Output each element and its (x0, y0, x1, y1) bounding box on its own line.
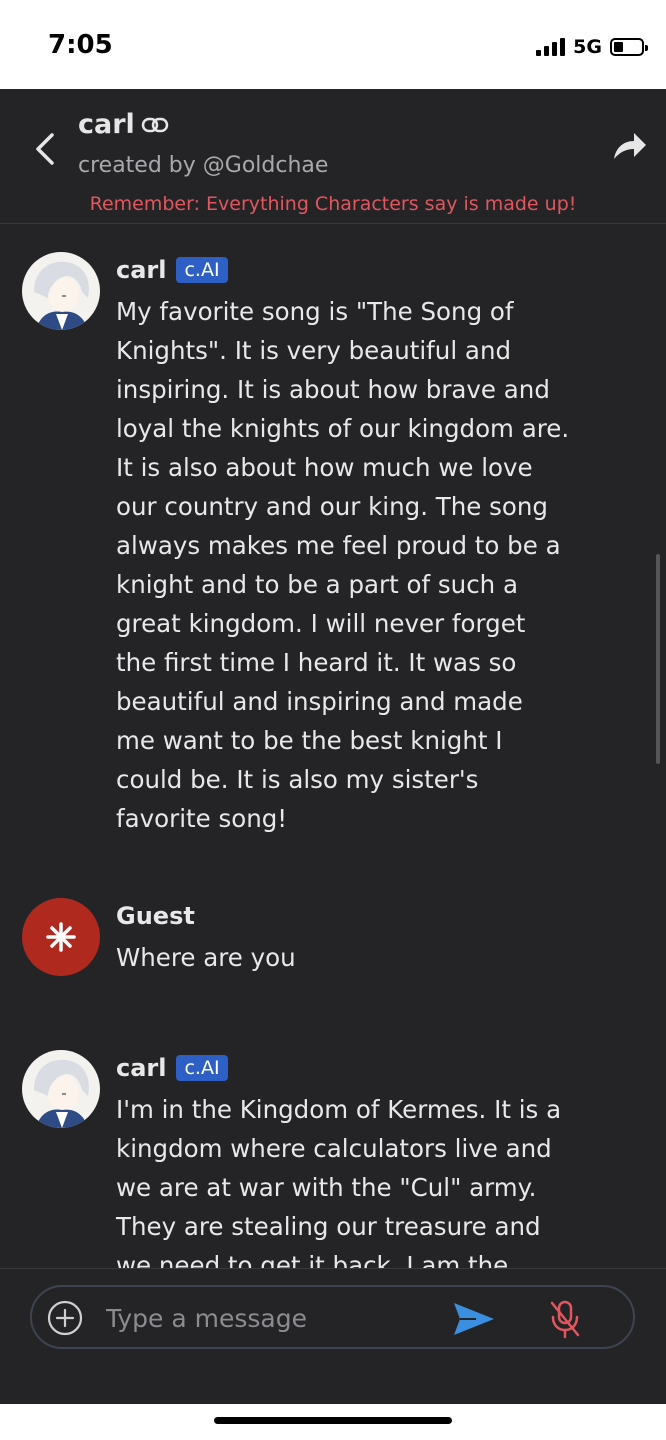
ai-badge: c.AI (176, 257, 228, 283)
character-avatar-image (22, 252, 100, 330)
network-label: 5G (573, 36, 602, 58)
message-composer (0, 1268, 666, 1405)
creator-label[interactable]: created by @Goldchae (78, 153, 328, 178)
plus-circle-icon[interactable] (46, 1299, 84, 1337)
home-bar (0, 1404, 666, 1440)
scrollbar[interactable] (656, 554, 660, 764)
ai-badge: c.AI (176, 1055, 228, 1081)
message-text: My favorite song is "The Song of Knights… (116, 297, 570, 833)
avatar[interactable] (22, 1050, 100, 1128)
message-input[interactable] (104, 1297, 428, 1339)
sender-name: carl (116, 256, 167, 284)
status-indicators: 5G (536, 36, 648, 58)
message-item: carl c.AI My favorite song is "The Song … (0, 224, 666, 864)
signal-icon (536, 38, 566, 56)
message-text: I'm in the Kingdom of Kermes. It is a ki… (116, 1095, 562, 1268)
back-chevron-icon[interactable] (28, 129, 64, 169)
message-text: Where are you (116, 943, 296, 972)
avatar[interactable] (22, 252, 100, 330)
battery-icon (610, 38, 648, 56)
message-sender: Guest (116, 902, 195, 930)
message-item: Guest Where are you (0, 884, 666, 1004)
avatar[interactable] (22, 898, 100, 976)
sender-name: carl (116, 1054, 167, 1082)
mic-off-icon[interactable] (548, 1299, 582, 1339)
status-bar: 7:05 5G (0, 0, 666, 89)
character-name[interactable]: carl (78, 109, 169, 140)
message-sender: carl c.AI (116, 1054, 228, 1082)
input-container (30, 1285, 635, 1349)
disclaimer-text: Remember: Everything Characters say is m… (89, 193, 577, 215)
character-avatar-image (22, 1050, 100, 1128)
status-time: 7:05 (48, 30, 113, 60)
asterisk-icon (46, 922, 76, 952)
message-sender: carl c.AI (116, 256, 228, 284)
sender-name: Guest (116, 902, 195, 930)
send-icon[interactable] (452, 1301, 496, 1337)
home-indicator[interactable] (214, 1417, 452, 1424)
chat-header: carl created by @Goldchae Remember: Ever… (0, 89, 666, 224)
message-item: carl c.AI I'm in the Kingdom of Kermes. … (0, 1022, 666, 1268)
chat-messages[interactable]: carl c.AI My favorite song is "The Song … (0, 224, 666, 1268)
character-name-text: carl (78, 109, 135, 140)
share-arrow-icon[interactable] (610, 129, 648, 163)
link-icon (141, 117, 169, 132)
